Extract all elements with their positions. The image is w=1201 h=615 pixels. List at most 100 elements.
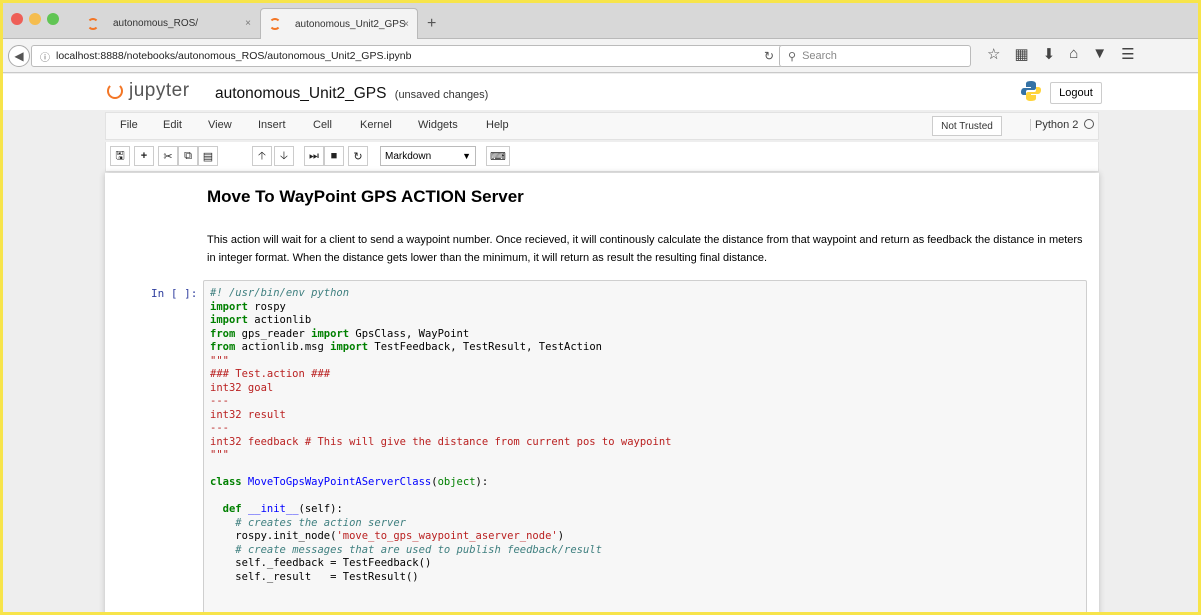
menu-kernel[interactable]: Kernel — [360, 119, 392, 131]
notebook-title[interactable]: autonomous_Unit2_GPS (unsaved changes) — [215, 85, 488, 103]
code-line: gps_reader — [235, 327, 312, 340]
save-button[interactable]: 🖫 — [110, 146, 130, 166]
jupyter-ring-icon — [107, 83, 123, 99]
close-tab-icon[interactable]: × — [245, 18, 251, 29]
code-line: (self): — [298, 503, 343, 515]
save-status: (unsaved changes) — [394, 89, 489, 101]
kernel-idle-icon — [1084, 119, 1095, 129]
back-button[interactable]: ◀ — [8, 45, 30, 67]
home-icon[interactable]: ⌂ — [1069, 45, 1078, 63]
code-line: GpsClass, WayPoint — [349, 327, 470, 340]
restart-icon: ↻ — [353, 150, 363, 163]
tab-autonomous-unit2-gps[interactable]: autonomous_Unit2_GPS × — [260, 8, 418, 39]
code-keyword: import — [330, 341, 369, 353]
search-input[interactable]: ⚲ Search — [779, 45, 971, 67]
menu-widgets[interactable]: Widgets — [418, 119, 458, 131]
arrow-down-icon: 🡣 — [280, 149, 288, 162]
stop-icon: ■ — [330, 150, 338, 162]
search-placeholder: Search — [802, 50, 837, 62]
notebook-page: Move To WayPoint GPS ACTION Server This … — [105, 173, 1099, 612]
code-class-name: MoveToGpsWayPointAServerClass — [241, 476, 432, 488]
python-logo-icon — [1021, 81, 1041, 101]
command-palette-button[interactable]: ⌨ — [486, 146, 510, 166]
code-comment: # creates the action server — [235, 516, 406, 529]
step-forward-icon: ⏭ — [309, 149, 319, 162]
code-line: """ — [210, 449, 229, 461]
code-keyword: class — [210, 476, 242, 488]
new-tab-button[interactable]: + — [427, 15, 436, 33]
tab-label: autonomous_Unit2_GPS — [295, 18, 406, 30]
menu-bar: File Edit View Insert Cell Kernel Widget… — [105, 112, 1099, 140]
close-window-button[interactable] — [11, 13, 23, 25]
copy-icon: ⧉ — [184, 149, 192, 162]
move-up-button[interactable]: 🡡 — [252, 146, 272, 166]
reload-icon[interactable]: ↻ — [764, 49, 774, 63]
hamburger-menu-icon[interactable]: ☰ — [1121, 45, 1134, 63]
menu-cell[interactable]: Cell — [313, 119, 332, 131]
code-line: rospy — [247, 300, 286, 313]
notebook-area[interactable]: Move To WayPoint GPS ACTION Server This … — [3, 173, 1198, 612]
close-tab-icon[interactable]: × — [403, 19, 409, 30]
code-cell[interactable]: #! /usr/bin/env python import rospy impo… — [203, 280, 1087, 612]
input-prompt: In [ ]: — [151, 287, 198, 300]
pocket-icon[interactable]: ▼ — [1092, 45, 1107, 63]
code-line: ): — [475, 476, 489, 488]
notebook-name: autonomous_Unit2_GPS — [215, 85, 387, 102]
menu-insert[interactable]: Insert — [258, 119, 286, 131]
info-icon[interactable]: ⓘ — [40, 49, 50, 64]
code-line: actionlib.msg — [235, 341, 331, 353]
interrupt-kernel-button[interactable]: ■ — [324, 146, 344, 166]
code-line: int32 feedback # This will give the dist… — [210, 435, 672, 448]
menu-file[interactable]: File — [120, 119, 138, 131]
bookmark-star-icon[interactable]: ☆ — [987, 45, 1000, 63]
keyboard-icon: ⌨ — [490, 150, 506, 163]
paste-icon: ▤ — [202, 150, 214, 163]
run-cell-button[interactable]: ⏭ — [304, 146, 324, 166]
browser-toolbar-icons: ☆ ▦ ⬇ ⌂ ▼ ☰ — [987, 45, 1135, 63]
paste-button[interactable]: ▤ — [198, 146, 218, 166]
code-line: --- — [210, 395, 229, 407]
minimize-window-button[interactable] — [29, 13, 41, 25]
download-icon[interactable]: ⬇ — [1043, 45, 1056, 63]
reading-list-icon[interactable]: ▦ — [1014, 45, 1028, 63]
jupyter-favicon-icon — [87, 17, 99, 30]
back-arrow-icon: ◀ — [14, 49, 24, 63]
tab-autonomous-ros[interactable]: autonomous_ROS/ × — [81, 8, 259, 39]
copy-button[interactable]: ⧉ — [178, 146, 198, 166]
insert-cell-button[interactable]: + — [134, 146, 154, 166]
code-line: #! /usr/bin/env python — [210, 287, 350, 299]
jupyter-logo[interactable]: jupyter — [107, 80, 190, 102]
url-bar[interactable]: ⓘ localhost:8888/notebooks/autonomous_RO… — [31, 45, 783, 67]
move-down-button[interactable]: 🡣 — [274, 146, 294, 166]
menu-help[interactable]: Help — [486, 119, 509, 131]
cut-button[interactable]: ✂ — [158, 146, 178, 166]
code-keyword: import — [210, 314, 248, 326]
search-icon: ⚲ — [788, 50, 797, 63]
code-keyword: import — [311, 327, 350, 340]
scissors-icon: ✂ — [163, 150, 173, 163]
restart-kernel-button[interactable]: ↻ — [348, 146, 368, 166]
code-line: int32 result — [210, 408, 286, 421]
menu-view[interactable]: View — [208, 119, 232, 131]
trust-notebook-button[interactable]: Not Trusted — [932, 116, 1002, 136]
menu-edit[interactable]: Edit — [163, 119, 182, 131]
kernel-indicator[interactable]: Python 2 — [1030, 119, 1095, 131]
code-line: ) — [557, 530, 565, 542]
kernel-name: Python 2 — [1035, 119, 1079, 131]
tab-bar: autonomous_ROS/ × autonomous_Unit2_GPS ×… — [3, 3, 1198, 39]
code-line: --- — [210, 422, 229, 434]
markdown-heading: Move To WayPoint GPS ACTION Server — [207, 187, 524, 206]
code-editor[interactable]: #! /usr/bin/env python import rospy impo… — [210, 287, 671, 584]
code-keyword: from — [210, 327, 236, 340]
logout-button[interactable]: Logout — [1050, 82, 1102, 104]
chevron-down-icon: ▼ — [462, 151, 471, 161]
plus-icon: + — [140, 150, 148, 162]
code-line: rospy.init_node( — [235, 530, 337, 542]
code-line: TestFeedback, TestResult, TestAction — [368, 341, 602, 353]
cell-type-select[interactable]: Markdown ▼ — [380, 146, 476, 166]
maximize-window-button[interactable] — [47, 13, 59, 25]
tab-label: autonomous_ROS/ — [113, 18, 199, 29]
code-line: ### Test.action ### — [210, 368, 331, 380]
code-keyword: def — [222, 503, 242, 515]
cell-type-value: Markdown — [385, 150, 432, 162]
